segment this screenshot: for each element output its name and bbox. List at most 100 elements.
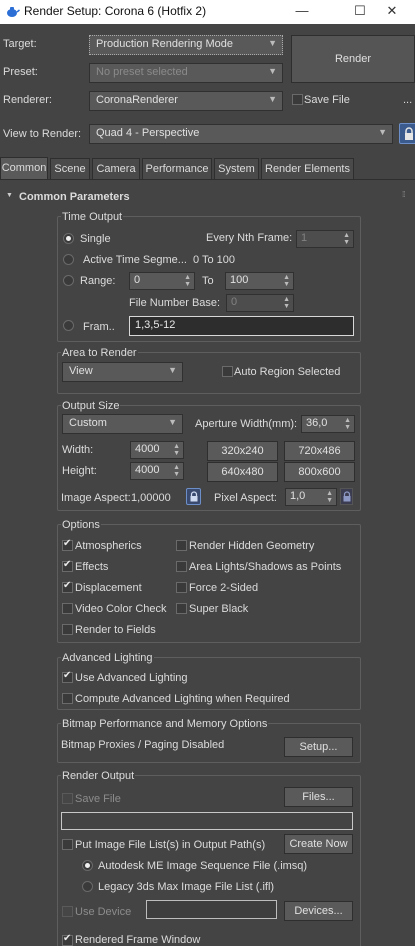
active-range-text: 0 To 100 <box>193 254 236 266</box>
image-aspect-lock-button[interactable] <box>186 488 201 505</box>
chevron-down-icon: ▼ <box>268 66 277 76</box>
range-start-value: 0 <box>134 274 141 286</box>
devices-button[interactable]: Devices... <box>284 901 353 921</box>
preset-dropdown[interactable]: No preset selected ▼ <box>89 63 283 83</box>
width-spinner[interactable]: 4000 ▲ ▼ <box>130 441 184 459</box>
output-size-title: Output Size <box>61 400 121 412</box>
tab-render-elements[interactable]: Render Elements <box>261 158 354 179</box>
super-black-checkbox[interactable] <box>176 603 187 614</box>
active-segment-radio[interactable] <box>63 254 74 265</box>
active-segment-label: Active Time Segme... <box>83 254 187 266</box>
auto-region-checkbox[interactable] <box>222 366 233 377</box>
force-2sided-checkbox[interactable] <box>176 582 187 593</box>
area-dropdown[interactable]: View ▼ <box>62 362 183 382</box>
target-dropdown[interactable]: Production Rendering Mode ▼ <box>89 35 283 55</box>
target-label: Target: <box>3 38 37 50</box>
lock-icon <box>343 491 351 502</box>
minimize-button[interactable]: — <box>279 0 325 24</box>
file-number-base-spinner[interactable]: 0 ▲ ▼ <box>226 294 294 312</box>
frames-radio[interactable] <box>63 320 74 331</box>
use-device-label: Use Device <box>75 906 132 918</box>
tab-system[interactable]: System <box>214 158 259 179</box>
renderer-value: CoronaRenderer <box>96 94 178 106</box>
view-to-render-label: View to Render: <box>3 128 82 140</box>
collapse-icon[interactable]: ▼ <box>6 192 13 199</box>
renderer-label: Renderer: <box>3 94 52 106</box>
image-aspect-label: Image Aspect: <box>61 492 131 504</box>
legacy-ifl-radio[interactable] <box>82 881 93 892</box>
more-options-button[interactable]: ... <box>403 94 412 106</box>
displacement-checkbox[interactable] <box>62 580 73 593</box>
render-button[interactable]: Render <box>291 35 415 83</box>
preset-value: No preset selected <box>96 66 188 78</box>
range-start-spinner[interactable]: 0 ▲ ▼ <box>129 272 195 290</box>
tab-common[interactable]: Common <box>0 157 48 179</box>
area-value: View <box>69 365 93 377</box>
autodesk-me-radio[interactable] <box>82 860 93 871</box>
save-file-output-label: Save File <box>75 793 121 805</box>
output-size-value: Custom <box>69 417 107 429</box>
preset-640x480-button[interactable]: 640x480 <box>207 462 278 482</box>
renderer-dropdown[interactable]: CoronaRenderer ▼ <box>89 91 283 111</box>
save-file-label: Save File <box>304 94 350 106</box>
spinner-arrows-icon: ▲ ▼ <box>184 274 191 288</box>
chevron-down-icon: ▼ <box>268 94 277 104</box>
force-2sided-label: Force 2-Sided <box>189 582 259 594</box>
height-spinner[interactable]: 4000 ▲ ▼ <box>130 462 184 480</box>
chevron-down-icon: ▼ <box>168 417 177 427</box>
range-radio[interactable] <box>63 275 74 286</box>
every-nth-spinner[interactable]: 1 ▲ ▼ <box>296 230 354 248</box>
bitmap-setup-button[interactable]: Setup... <box>284 737 353 757</box>
close-button[interactable]: ✕ <box>369 0 415 24</box>
every-nth-value: 1 <box>301 232 308 244</box>
aperture-label: Aperture Width(mm): <box>195 418 298 430</box>
chevron-down-icon: ▼ <box>168 365 177 375</box>
compute-advanced-lighting-checkbox[interactable] <box>62 693 73 704</box>
view-to-render-dropdown[interactable]: Quad 4 - Perspective ▼ <box>89 124 393 144</box>
aperture-spinner[interactable]: 36,0 ▲ ▼ <box>301 415 355 433</box>
height-value: 4000 <box>135 464 160 476</box>
atmospherics-checkbox[interactable] <box>62 538 73 551</box>
auto-region-label: Auto Region Selected <box>234 366 341 378</box>
render-hidden-label: Render Hidden Geometry <box>189 540 315 552</box>
image-aspect-value: 1,00000 <box>131 492 171 504</box>
device-field[interactable] <box>146 900 277 919</box>
preset-320x240-button[interactable]: 320x240 <box>207 441 278 461</box>
use-device-checkbox[interactable] <box>62 906 73 917</box>
render-fields-checkbox[interactable] <box>62 624 73 635</box>
atmospherics-label: Atmospherics <box>75 540 142 552</box>
save-file-checkbox[interactable] <box>292 94 303 105</box>
output-size-dropdown[interactable]: Custom ▼ <box>62 414 183 434</box>
file-number-base-label: File Number Base: <box>129 297 221 309</box>
rollout-title[interactable]: Common Parameters <box>19 191 130 203</box>
single-radio[interactable] <box>63 233 74 244</box>
video-color-checkbox[interactable] <box>62 603 73 614</box>
pixel-aspect-lock-button[interactable] <box>340 488 353 505</box>
tab-performance[interactable]: Performance <box>142 158 212 179</box>
save-file-output-checkbox[interactable] <box>62 793 73 804</box>
output-path-field[interactable] <box>61 812 353 830</box>
tab-camera[interactable]: Camera <box>92 158 140 179</box>
render-fields-label: Render to Fields <box>75 624 156 636</box>
drag-handle-icon[interactable]: ⁞⁞ <box>402 190 406 199</box>
single-label: Single <box>80 233 111 245</box>
pixel-aspect-spinner[interactable]: 1,0 ▲ ▼ <box>285 488 337 506</box>
area-to-render-title: Area to Render <box>61 347 138 359</box>
bitmap-status-text: Bitmap Proxies / Paging Disabled <box>61 739 225 751</box>
create-now-button[interactable]: Create Now <box>284 834 353 854</box>
tab-scene[interactable]: Scene <box>50 158 90 179</box>
effects-checkbox[interactable] <box>62 559 73 572</box>
lock-view-button[interactable] <box>399 123 415 144</box>
frames-input[interactable]: 1,3,5-12 <box>129 316 354 336</box>
options-title: Options <box>61 519 101 531</box>
put-image-list-checkbox[interactable] <box>62 839 73 850</box>
rendered-frame-window-checkbox[interactable] <box>62 933 73 946</box>
files-button[interactable]: Files... <box>284 787 353 807</box>
render-hidden-checkbox[interactable] <box>176 540 187 551</box>
preset-800x600-button[interactable]: 800x600 <box>284 462 355 482</box>
preset-720x486-button[interactable]: 720x486 <box>284 441 355 461</box>
video-color-label: Video Color Check <box>75 603 167 615</box>
use-advanced-lighting-checkbox[interactable] <box>62 670 73 683</box>
range-end-spinner[interactable]: 100 ▲ ▼ <box>225 272 294 290</box>
area-lights-checkbox[interactable] <box>176 561 187 572</box>
